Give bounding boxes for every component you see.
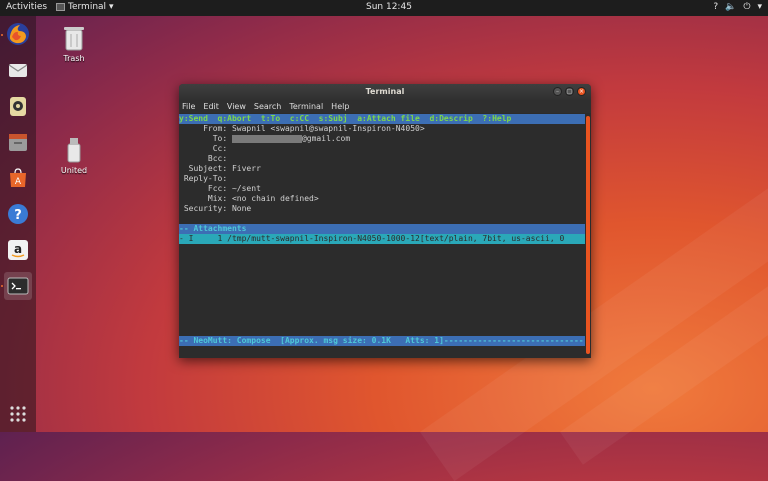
firefox-icon	[7, 23, 29, 45]
help-icon: ?	[8, 204, 28, 224]
menu-help[interactable]: Help	[331, 102, 349, 111]
mail-icon	[8, 64, 28, 77]
menu-edit[interactable]: Edit	[203, 102, 219, 111]
terminal-window[interactable]: Terminal – □ × File Edit View Search Ter…	[179, 84, 591, 358]
window-title: Terminal	[365, 87, 405, 96]
header-mix: Mix: <no chain defined>	[179, 194, 319, 203]
dock-firefox[interactable]	[4, 20, 32, 48]
scrollbar-thumb[interactable]	[586, 116, 590, 354]
terminal-app-icon	[56, 3, 65, 11]
united-label: United	[60, 166, 88, 175]
trash-icon	[64, 27, 84, 51]
menu-terminal[interactable]: Terminal	[289, 102, 323, 111]
help-bar: y:Send q:Abort t:To c:CC s:Subj a:Attach…	[179, 114, 585, 124]
desktop-united-drive[interactable]: United	[49, 136, 99, 175]
to-domain: @gmail.com	[301, 134, 351, 143]
dock-mail[interactable]	[4, 56, 32, 84]
svg-text:A: A	[15, 177, 22, 187]
dock-terminal[interactable]	[4, 272, 32, 300]
header-fcc: Fcc: ~/sent	[179, 184, 261, 193]
title-bar[interactable]: Terminal – □ ×	[179, 84, 591, 100]
header-cc: Cc:	[179, 144, 228, 153]
terminal-icon	[7, 277, 29, 295]
status-bar: -- NeoMutt: Compose [Approx. msg size: 0…	[179, 336, 585, 346]
terminal-screen[interactable]: y:Send q:Abort t:To c:CC s:Subj a:Attach…	[179, 114, 585, 358]
minimize-button[interactable]: –	[553, 87, 562, 96]
attachments-header: -- Attachments	[179, 224, 585, 234]
running-indicator	[1, 285, 3, 287]
close-button[interactable]: ×	[577, 87, 586, 96]
activities-button[interactable]: Activities	[6, 2, 47, 12]
menu-view[interactable]: View	[227, 102, 246, 111]
dock-files[interactable]	[4, 128, 32, 156]
header-security: Security: None	[179, 204, 252, 213]
running-indicator	[1, 34, 3, 36]
show-applications-icon	[10, 406, 26, 422]
menu-bar: File Edit View Search Terminal Help	[179, 100, 591, 113]
scrollbar[interactable]	[585, 114, 591, 358]
top-bar: Activities Terminal ▾ Sun 12:45 ? 🔈 ⏻ ▾	[0, 0, 768, 16]
header-bcc: Bcc:	[179, 154, 228, 163]
header-from: From: Swapnil <swapnil@swapnil-Inspiron-…	[179, 124, 425, 133]
header-to: To: @gmail.com	[179, 134, 350, 144]
usb-drive-icon	[67, 138, 81, 163]
dock-amazon[interactable]: a	[4, 236, 32, 264]
app-menu-label: Terminal	[68, 2, 107, 12]
dock-show-applications[interactable]	[4, 400, 32, 428]
chevron-down-icon: ▾	[109, 2, 114, 12]
dock-help[interactable]: ?	[4, 200, 32, 228]
trash-label: Trash	[63, 54, 85, 63]
redacted-address	[231, 134, 302, 143]
maximize-button[interactable]: □	[565, 87, 574, 96]
volume-icon: 🔈	[725, 2, 737, 12]
files-icon	[9, 134, 27, 151]
rhythmbox-icon	[10, 97, 26, 116]
svg-text:a: a	[14, 242, 22, 256]
attachment-row[interactable]: - I 1 /tmp/mutt-swapnil-Inspiron-N4050-1…	[179, 234, 585, 244]
svg-text:?: ?	[14, 208, 22, 223]
app-menu[interactable]: Terminal ▾	[56, 2, 114, 12]
dock-rhythmbox[interactable]	[4, 92, 32, 120]
amazon-icon: a	[8, 240, 28, 260]
to-label: To:	[179, 134, 232, 143]
header-replyto: Reply-To:	[179, 174, 228, 183]
chevron-down-icon: ▾	[757, 2, 762, 12]
software-icon: A	[10, 168, 26, 187]
power-icon: ⏻	[743, 2, 751, 12]
system-menu[interactable]: ? 🔈 ⏻ ▾	[713, 2, 762, 12]
network-icon: ?	[713, 2, 719, 12]
menu-search[interactable]: Search	[254, 102, 281, 111]
desktop-trash[interactable]: Trash	[49, 24, 99, 63]
dock: A ? a	[0, 16, 36, 432]
menu-file[interactable]: File	[182, 102, 195, 111]
dock-software[interactable]: A	[4, 164, 32, 192]
header-subject: Subject: Fiverr	[179, 164, 261, 173]
clock[interactable]: Sun 12:45	[366, 2, 412, 12]
